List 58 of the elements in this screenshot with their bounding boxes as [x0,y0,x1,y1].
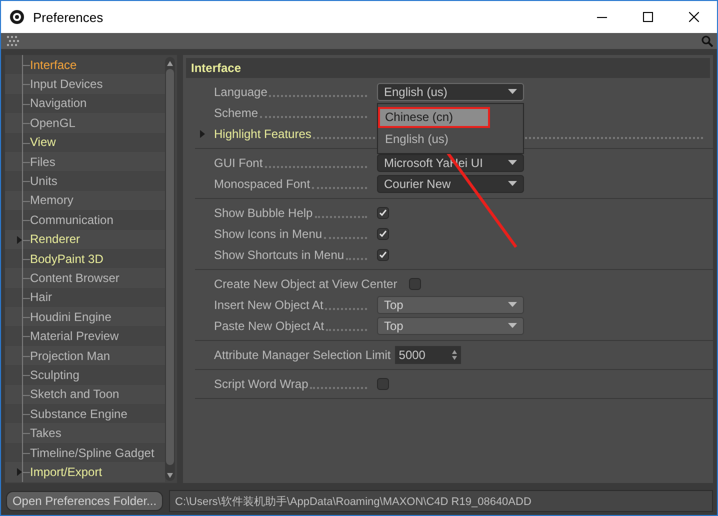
caret-icon [508,181,517,186]
sidebar-item[interactable]: Sculpting [30,368,80,382]
field-label: Show Icons in Menu [214,226,322,240]
checkbox[interactable] [409,278,422,290]
expand-arrow-icon[interactable] [200,130,205,138]
sidebar-item[interactable]: Substance Engine [30,406,128,421]
field-label: Attribute Manager Selection Limit [214,348,391,362]
section-label[interactable]: Highlight Features [214,126,312,140]
field-label: Monospaced Font [214,176,310,190]
sidebar-item[interactable]: Timeline/Spline Gadget [30,446,154,460]
sidebar-item[interactable]: Navigation [30,96,87,110]
sidebar-item[interactable]: Units [30,174,58,188]
field-label: GUI Font [214,156,263,170]
menu-option[interactable]: Chinese (cn) [378,106,490,128]
expand-arrow-icon[interactable] [17,468,22,476]
number-field[interactable]: 5000 [394,346,461,364]
sidebar-item[interactable]: View [30,135,56,150]
dropdown[interactable]: Top [377,296,524,314]
sidebar-item[interactable]: Takes [30,426,62,440]
menu-option[interactable]: English (us) [378,128,523,150]
sidebar-item[interactable]: Memory [30,193,74,208]
caret-icon [508,160,517,165]
caret-icon [508,302,517,307]
path-field[interactable]: C:\Users\软件装机助手\AppData\Roaming\MAXON\C4D R19_08640ADD [169,490,713,512]
grip-icon[interactable] [7,36,19,46]
scrollbar[interactable] [165,57,175,481]
field-label: Script Word Wrap [214,376,308,390]
spinner-icon[interactable] [452,350,457,360]
sidebar-item[interactable]: Material Preview [30,329,119,344]
field-label: Show Bubble Help [214,206,313,220]
dropdown[interactable]: Courier New [377,174,524,192]
section-title: Interface [191,61,242,75]
app-icon [9,9,25,25]
maximize-icon [643,12,653,22]
scroll-down-icon[interactable] [166,471,174,479]
window-title: Preferences [33,10,104,24]
open-folder-button[interactable]: Open Preferences Folder... [6,491,163,511]
caret-icon [508,89,517,94]
expand-arrow-icon[interactable] [17,236,22,244]
sidebar-item[interactable]: Communication [30,212,114,227]
field-label: Paste New Object At [214,318,324,332]
sidebar-item[interactable]: Interface [30,58,77,72]
field-label: Language [214,84,268,98]
checkbox[interactable] [377,378,389,390]
sidebar-item[interactable]: Files [30,154,56,169]
sidebar-item[interactable]: BodyPaint 3D [30,252,104,266]
checkbox[interactable] [377,228,389,240]
field-label: Create New Object at View Center [214,276,398,290]
field-label: Scheme [214,106,258,120]
close-icon [689,12,699,22]
checkbox[interactable] [377,248,389,260]
dropdown[interactable]: Top [377,316,524,334]
checkbox[interactable] [377,206,389,218]
caret-icon [508,323,517,328]
search-icon[interactable] [701,35,713,47]
field-label: Show Shortcuts in Menu [214,248,344,262]
field-label: Insert New Object At [214,298,324,312]
sidebar-item[interactable]: Hair [30,290,52,304]
